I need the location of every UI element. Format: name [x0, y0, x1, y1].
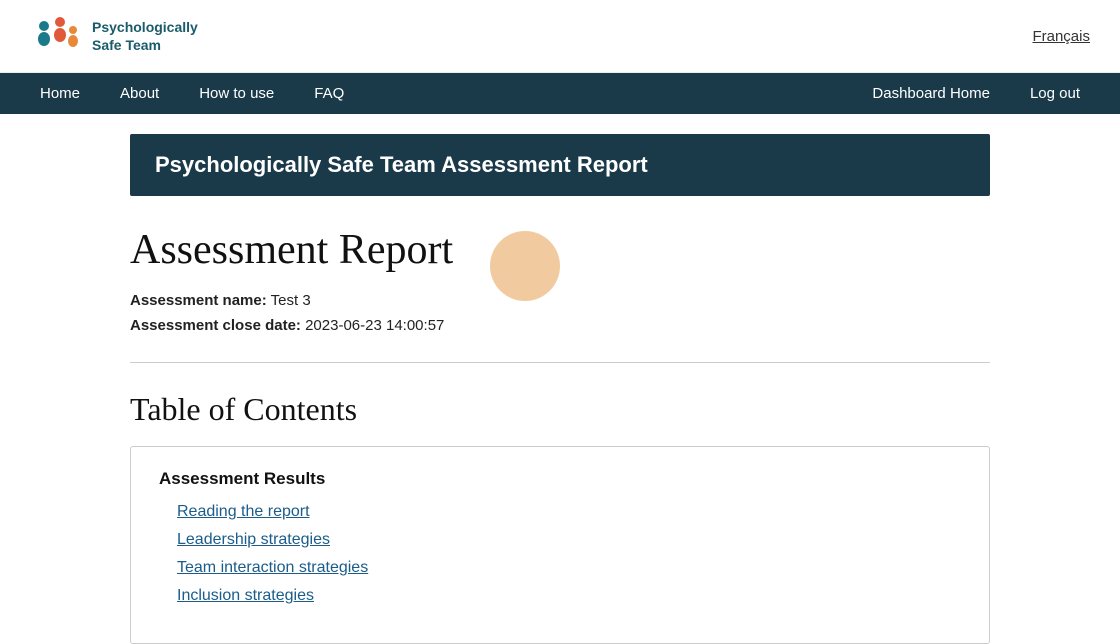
logo-area: Psychologically Safe Team	[30, 10, 198, 62]
toc-heading: Table of Contents	[130, 391, 990, 428]
nav-about[interactable]: About	[100, 73, 179, 114]
language-switch[interactable]: Français	[1032, 28, 1090, 45]
nav-logout[interactable]: Log out	[1010, 73, 1100, 114]
toc-box: Assessment Results Reading the report Le…	[130, 446, 990, 644]
main-content: Psychologically Safe Team Assessment Rep…	[110, 134, 1010, 644]
toc-link-inclusion-strategies[interactable]: Inclusion strategies	[177, 587, 314, 604]
nav-dashboard-home[interactable]: Dashboard Home	[852, 73, 1010, 114]
assessment-name-line: Assessment name: Test 3	[130, 292, 990, 309]
list-item: Inclusion strategies	[159, 587, 961, 605]
list-item: Leadership strategies	[159, 531, 961, 549]
nav-home[interactable]: Home	[20, 73, 100, 114]
assessment-close-date-line: Assessment close date: 2023-06-23 14:00:…	[130, 317, 990, 334]
toc-link-team-interaction-strategies[interactable]: Team interaction strategies	[177, 559, 368, 576]
toc-link-reading-report[interactable]: Reading the report	[177, 503, 310, 520]
assessment-heading: Assessment Report	[130, 226, 990, 274]
list-item: Reading the report	[159, 503, 961, 521]
main-nav: Home About How to use FAQ Dashboard Home…	[0, 73, 1120, 114]
logo-text: Psychologically Safe Team	[92, 18, 198, 54]
logo-icon	[30, 10, 82, 62]
content-divider	[130, 362, 990, 363]
cursor-indicator	[490, 231, 560, 301]
toc-link-leadership-strategies[interactable]: Leadership strategies	[177, 531, 330, 548]
report-banner-title: Psychologically Safe Team Assessment Rep…	[155, 152, 648, 177]
report-banner: Psychologically Safe Team Assessment Rep…	[130, 134, 990, 196]
list-item: Team interaction strategies	[159, 559, 961, 577]
toc-links-list: Reading the report Leadership strategies…	[159, 503, 961, 605]
nav-how-to-use[interactable]: How to use	[179, 73, 294, 114]
site-header: Psychologically Safe Team Français	[0, 0, 1120, 73]
toc-section-title: Assessment Results	[159, 469, 961, 489]
nav-faq[interactable]: FAQ	[294, 73, 364, 114]
